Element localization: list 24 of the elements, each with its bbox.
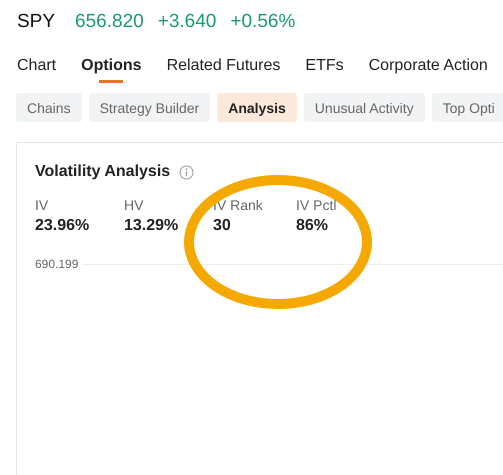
nav-tab[interactable]: ETFs bbox=[305, 57, 344, 83]
metric-value: 30 bbox=[213, 217, 232, 235]
metric-label: IV Pctl bbox=[296, 197, 338, 213]
price: 656.820 bbox=[75, 11, 144, 33]
ticker-symbol: SPY bbox=[17, 11, 56, 33]
nav-tab[interactable]: Options bbox=[81, 57, 142, 83]
sub-tab[interactable]: Analysis bbox=[217, 93, 297, 122]
sub-tab[interactable]: Top Opti bbox=[432, 93, 503, 122]
price-change: +3.640 bbox=[158, 11, 216, 33]
nav-tab[interactable]: Related Futures bbox=[166, 57, 280, 83]
percent-change: +0.56% bbox=[230, 11, 296, 33]
sub-tab[interactable]: Unusual Activity bbox=[304, 93, 425, 122]
sub-tab[interactable]: Strategy Builder bbox=[88, 93, 210, 122]
info-icon[interactable] bbox=[179, 164, 194, 180]
card-title: Volatility Analysis bbox=[35, 163, 170, 181]
metric-value: 86% bbox=[296, 217, 330, 235]
metric-value: 13.29% bbox=[124, 217, 180, 235]
sub-tab[interactable]: Chains bbox=[16, 93, 82, 122]
axis-label: 690.199 bbox=[35, 257, 78, 271]
metric-label: HV bbox=[124, 197, 144, 213]
nav-tab[interactable]: Corporate Action bbox=[368, 57, 488, 83]
nav-tab[interactable]: Chart bbox=[17, 57, 56, 83]
metric-label: IV bbox=[35, 197, 50, 213]
metric-value: 23.96% bbox=[35, 217, 90, 235]
